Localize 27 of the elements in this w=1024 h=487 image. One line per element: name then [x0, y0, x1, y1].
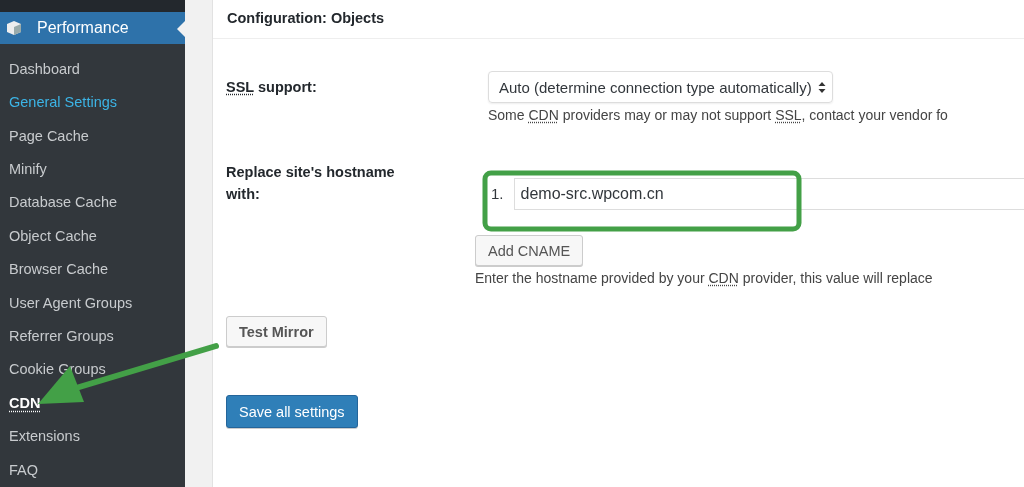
menu-header-label: Performance: [37, 18, 129, 37]
ssl-select[interactable]: Auto (determine connection type automatically): [488, 71, 833, 103]
menu-item[interactable]: Page Cache: [0, 119, 185, 154]
test-mirror-button[interactable]: Test Mirror: [226, 316, 327, 347]
menu-item[interactable]: Object Cache: [0, 219, 185, 254]
field-label: Replace site's hostname with:: [225, 163, 396, 204]
save-button[interactable]: Save all settings: [226, 395, 358, 428]
menu-item[interactable]: CDN: [0, 386, 185, 421]
cube-icon: [5, 18, 23, 37]
menu-header[interactable]: Performance: [0, 11, 185, 44]
help-text: Some CDN providers may or may not support SSL, contact your vendor fo: [488, 107, 949, 123]
panel-title: Configuration: Objects: [213, 0, 1024, 39]
menu-item[interactable]: FAQ: [0, 453, 185, 487]
list-number: 1.: [491, 185, 504, 202]
menu-item[interactable]: Minify: [0, 153, 185, 187]
menu-item[interactable]: Browser Cache: [0, 253, 185, 287]
menu-item[interactable]: Database Cache: [0, 186, 185, 220]
menu-item[interactable]: Dashboard: [0, 52, 185, 87]
updown-arrows-icon: [817, 80, 826, 94]
help-text: Enter the hostname provided by your CDN provider, this value will replace: [475, 270, 934, 286]
field-label: SSL support:: [225, 78, 318, 97]
menu-item[interactable]: Referrer Groups: [0, 320, 185, 354]
menu-item[interactable]: General Settings: [0, 86, 185, 120]
menu-item[interactable]: Extensions: [0, 420, 185, 454]
add-cname-button[interactable]: Add CNAME: [475, 235, 584, 266]
menu-item[interactable]: User Agent Groups: [0, 286, 185, 321]
hostname-field[interactable]: demo-src.wpcom.cn: [513, 177, 1024, 210]
